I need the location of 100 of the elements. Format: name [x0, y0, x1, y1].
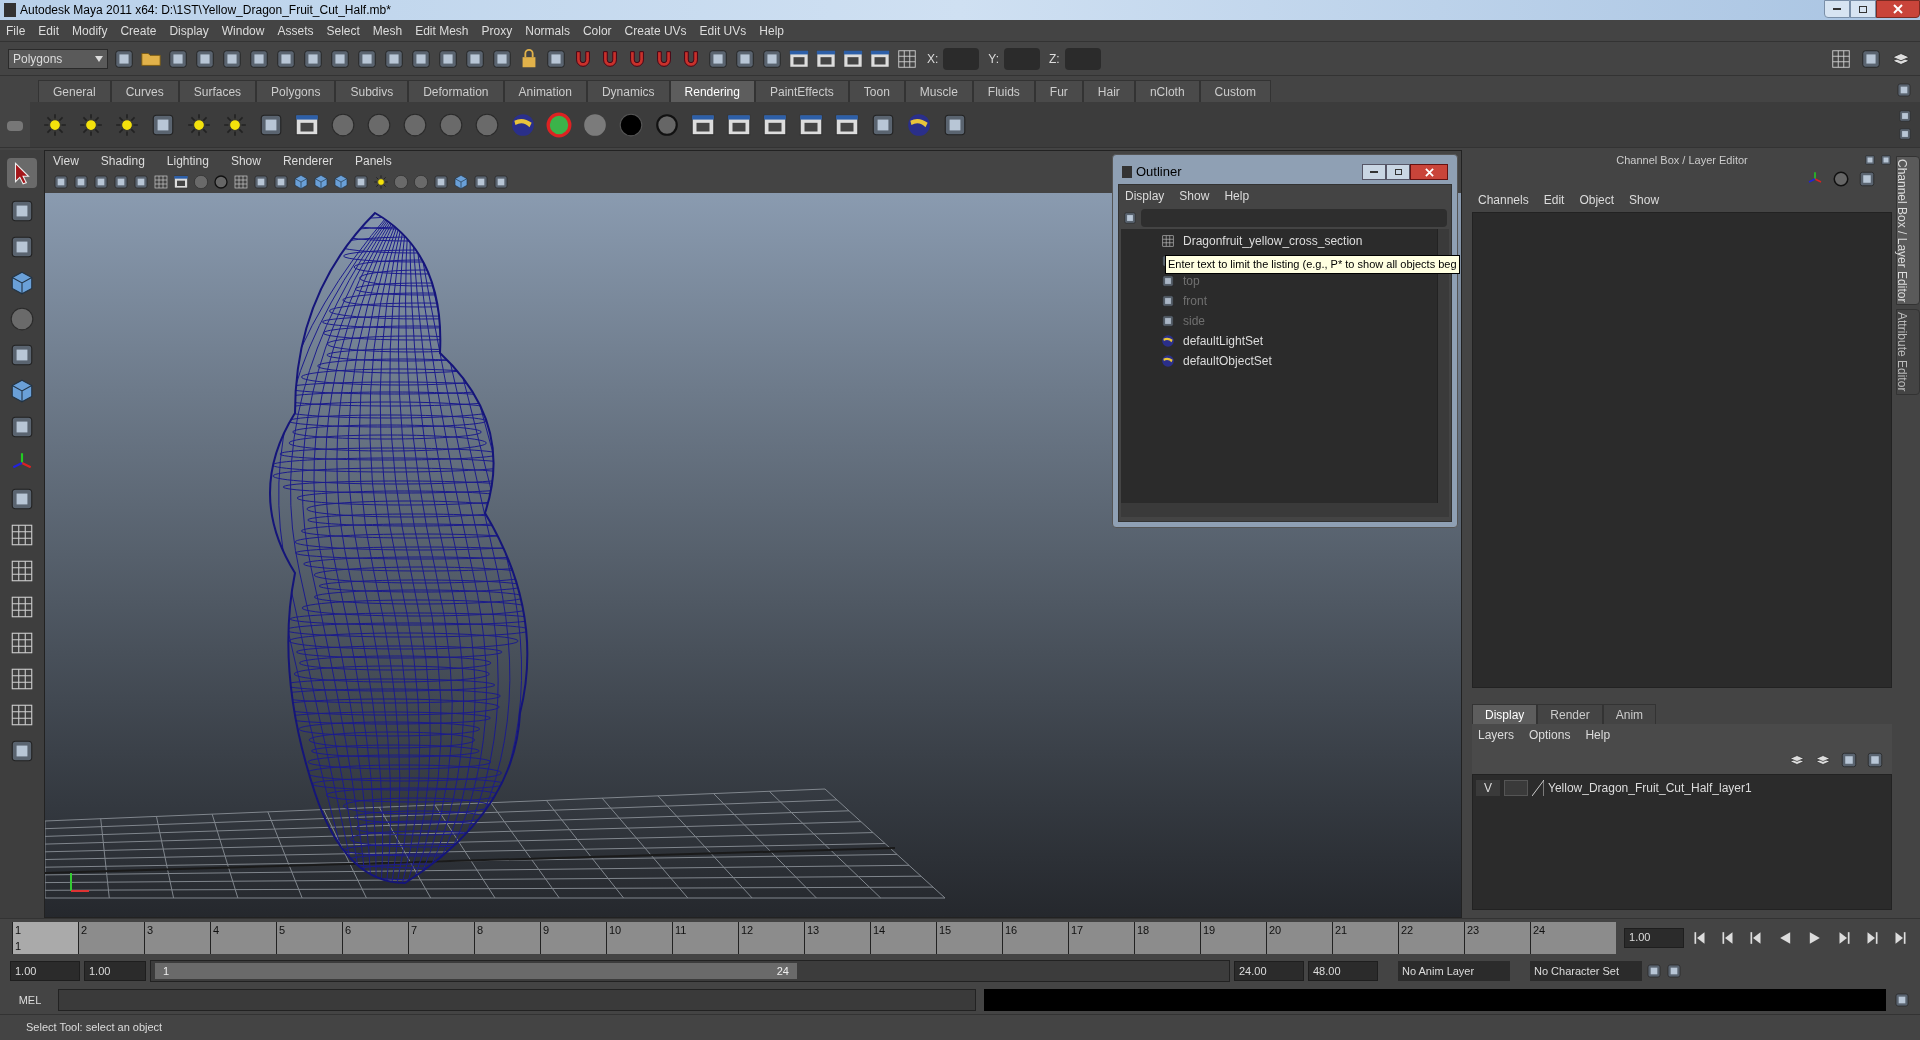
- menu-item[interactable]: Display: [169, 21, 209, 40]
- minimize-button[interactable]: [1362, 164, 1386, 180]
- coordinate-field[interactable]: [943, 47, 980, 70]
- tool-icon[interactable]: [9, 198, 35, 224]
- grid-icon[interactable]: [1830, 47, 1852, 70]
- tool-icon[interactable]: [1896, 82, 1912, 98]
- tool-icon[interactable]: [1646, 963, 1662, 979]
- playback-start-field[interactable]: 1.00: [84, 961, 146, 981]
- tool-icon[interactable]: [113, 174, 129, 190]
- tool-icon[interactable]: [734, 47, 756, 70]
- character-set-dropdown[interactable]: No Character Set: [1530, 961, 1642, 981]
- grid-icon[interactable]: [9, 666, 35, 692]
- minimize-button[interactable]: [1824, 0, 1850, 18]
- outliner-item[interactable]: Dragonfruit_yellow_cross_section: [1183, 232, 1363, 250]
- side-tab[interactable]: Attribute Editor: [1896, 309, 1920, 395]
- grid-icon[interactable]: [9, 702, 35, 728]
- tool-icon[interactable]: [383, 47, 405, 70]
- menu-item[interactable]: Modify: [72, 21, 108, 40]
- command-language-label[interactable]: MEL: [10, 991, 50, 1009]
- tool-icon[interactable]: [761, 47, 783, 70]
- layer-tab[interactable]: Anim: [1602, 704, 1657, 724]
- clapboard-icon[interactable]: [842, 47, 864, 70]
- menu-item[interactable]: Normals: [525, 21, 570, 40]
- menu-item[interactable]: Color: [582, 21, 612, 40]
- circle-icon[interactable]: [582, 111, 608, 138]
- tool-icon[interactable]: [1898, 108, 1912, 123]
- maximize-button[interactable]: [1386, 164, 1410, 180]
- shelf-tab[interactable]: General: [38, 80, 111, 102]
- grid-icon[interactable]: [233, 174, 249, 190]
- shelf-tab[interactable]: Toon: [848, 80, 905, 102]
- tool-icon[interactable]: [464, 47, 486, 70]
- layer-menu-item[interactable]: Help: [1585, 726, 1611, 744]
- circle-icon[interactable]: [213, 174, 229, 190]
- shelf-tab[interactable]: PaintEffects: [754, 80, 849, 102]
- menu-item[interactable]: Edit: [38, 21, 60, 40]
- shelf-tab[interactable]: Fluids: [972, 80, 1035, 102]
- shelf-tab[interactable]: Deformation: [408, 80, 504, 102]
- shelf-tab[interactable]: Animation: [503, 80, 587, 102]
- shelf-tab[interactable]: Hair: [1082, 80, 1135, 102]
- tool-icon[interactable]: [1161, 294, 1175, 308]
- cube-icon[interactable]: [9, 378, 35, 404]
- tool-icon[interactable]: [9, 486, 35, 512]
- channel-menu-item[interactable]: Object: [1579, 191, 1615, 209]
- command-field[interactable]: [58, 989, 976, 1011]
- horizontal-scrollbar[interactable]: [1121, 503, 1449, 517]
- tool-icon[interactable]: [437, 47, 459, 70]
- clapboard-icon[interactable]: [869, 47, 891, 70]
- sphere-icon[interactable]: [546, 111, 572, 138]
- cube-icon[interactable]: [453, 174, 469, 190]
- layer-tab[interactable]: Render: [1537, 704, 1603, 724]
- tool-icon[interactable]: [473, 174, 489, 190]
- grid-icon[interactable]: [9, 594, 35, 620]
- shelf-tab[interactable]: Dynamics: [586, 80, 670, 102]
- tool-icon[interactable]: [1860, 47, 1882, 70]
- grid-icon[interactable]: [1161, 234, 1175, 248]
- maximize-button[interactable]: [1850, 0, 1876, 18]
- circle-icon[interactable]: [1832, 170, 1850, 188]
- tool-icon[interactable]: [1894, 992, 1910, 1008]
- outliner-menu-item[interactable]: Help: [1224, 187, 1250, 205]
- tool-icon[interactable]: [707, 47, 729, 70]
- close-button[interactable]: [1410, 164, 1448, 180]
- start-time-field[interactable]: 1.00: [10, 961, 80, 981]
- sphere-icon[interactable]: [1161, 334, 1175, 348]
- layer-menu-item[interactable]: Layers: [1478, 726, 1515, 744]
- tool-icon[interactable]: [1161, 274, 1175, 288]
- clapboard-icon[interactable]: [815, 47, 837, 70]
- shelf-tab[interactable]: Polygons: [256, 80, 336, 102]
- menu-item[interactable]: Select: [326, 21, 360, 40]
- side-tab[interactable]: Channel Box / Layer Editor: [1896, 156, 1920, 306]
- outliner-menu-item[interactable]: Display: [1125, 187, 1165, 205]
- menu-item[interactable]: Edit Mesh: [415, 21, 469, 40]
- tool-icon[interactable]: [356, 47, 378, 70]
- sphere-icon[interactable]: [510, 111, 536, 138]
- shelf-tab[interactable]: Fur: [1034, 80, 1083, 102]
- channel-menu-item[interactable]: Show: [1629, 191, 1660, 209]
- menu-item[interactable]: File: [6, 21, 26, 40]
- time-slider[interactable]: 1 1 2 3 4 5 6 7 8 9 10 11 12 13 14 15 16 17 18 19 20 21 22 23 24: [12, 921, 1617, 954]
- sun-icon[interactable]: [222, 111, 248, 138]
- coordinate-field[interactable]: [1004, 47, 1041, 70]
- grid-icon[interactable]: [9, 558, 35, 584]
- cube-icon[interactable]: [313, 174, 329, 190]
- tool-icon[interactable]: [329, 47, 351, 70]
- menu-item[interactable]: Help: [759, 21, 784, 40]
- range-slider[interactable]: 1 24: [155, 963, 797, 979]
- clapboard-icon[interactable]: [173, 174, 189, 190]
- panel-menu-item[interactable]: Lighting: [166, 152, 209, 170]
- panel-menu-item[interactable]: Show: [230, 152, 261, 170]
- outliner-item[interactable]: defaultObjectSet: [1183, 352, 1272, 370]
- tool-icon[interactable]: [248, 47, 270, 70]
- menu-item[interactable]: Window: [221, 21, 265, 40]
- sun-icon[interactable]: [78, 111, 104, 138]
- circle-icon[interactable]: [654, 111, 680, 138]
- panel-menu-item[interactable]: Shading: [100, 152, 145, 170]
- tool-icon[interactable]: [9, 234, 35, 260]
- tool-icon[interactable]: [433, 174, 449, 190]
- tool-icon[interactable]: [253, 174, 269, 190]
- clapboard-icon[interactable]: [788, 47, 810, 70]
- menu-item[interactable]: Create UVs: [624, 21, 687, 40]
- channel-menu-item[interactable]: Channels: [1478, 191, 1529, 209]
- outliner-menu-item[interactable]: Show: [1179, 187, 1210, 205]
